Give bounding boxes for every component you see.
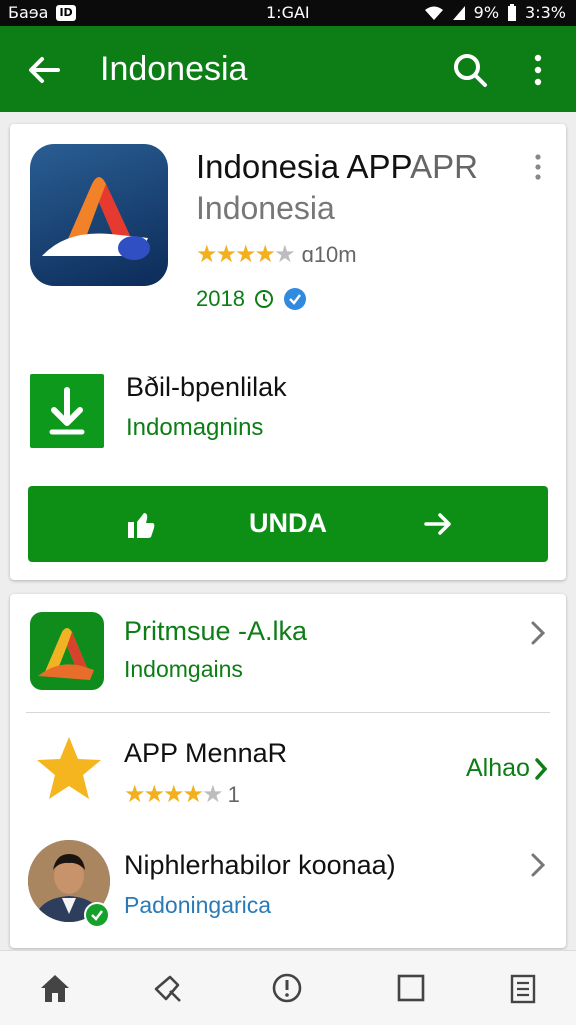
app-bar: Indonesia [0,26,576,112]
install-button[interactable]: UNDA [28,486,548,562]
list-item-subtitle: Padoningarica [124,892,272,918]
star-badge-icon [37,737,101,799]
status-time: 1:GAI [266,3,310,22]
home-icon[interactable] [38,971,72,1005]
app-developer: Indonesia [196,190,335,226]
page-title: Indonesia [100,50,248,88]
status-clock: 3:3% [525,3,566,22]
pin-icon[interactable] [150,971,184,1005]
info-icon[interactable] [270,971,304,1005]
app-rating: ★★★★★ ɑ10m [196,242,357,268]
search-icon[interactable] [450,50,490,90]
square-icon[interactable] [394,971,428,1005]
list-icon[interactable] [506,971,540,1005]
download-subtitle: Indomagnins [126,414,264,441]
status-left-text: Ƃaɘa [8,3,49,22]
chevron-right-icon[interactable] [528,618,548,648]
install-button-label: UNDA [249,508,327,538]
related-apps-card: Pritmsue -A.lka Indomgains APP MennaR ★★… [10,594,566,948]
back-arrow-icon[interactable] [24,50,64,90]
chevron-right-icon[interactable] [528,850,548,880]
related-app-icon [30,612,104,690]
list-item-action-label: Alhao [466,754,530,782]
download-title: Bðil-bpenlilak [126,372,287,402]
status-badge: ID [56,4,76,21]
list-item-title: Pritmsue -A.lka [124,616,308,646]
app-year: 2018 [196,286,245,311]
list-item-action[interactable]: Alhao [466,754,548,783]
rating-stars: ★★★★★ [124,781,224,808]
check-badge-icon [84,902,110,928]
arrow-right-icon [424,513,451,535]
app-meta: 2018 [196,286,307,312]
download-icon[interactable] [30,374,104,448]
signal-icon [452,5,465,20]
list-item-title: APP MennaR [124,738,288,768]
battery-icon [508,3,517,21]
rating-count: ɑ10m [301,242,357,267]
wifi-icon [424,6,443,20]
app-logo-icon[interactable] [30,144,168,286]
battery-percent: 9% [473,3,500,22]
list-item-subtitle: Indomgains [124,656,243,682]
verified-icon [283,288,306,310]
app-detail-card: Indonesia APPAPR Indonesia ★★★★★ ɑ10m 20… [10,124,566,580]
clock-icon [254,290,273,308]
app-name-main: Indonesia APP [196,148,411,185]
bottom-navigation [0,950,576,1025]
app-name-suffix: APR [410,148,478,185]
status-bar: Ƃaɘa ID 1:GAI 9% 3:3% [0,0,576,26]
list-item-rating: ★★★★★ 1 [124,782,240,808]
chevron-right-icon [535,757,548,780]
rating-stars: ★★★★★ [196,241,296,268]
divider [26,712,550,713]
overflow-menu-icon[interactable] [524,52,552,88]
list-item-title: Niphlerhabilor koonaa) [124,850,396,880]
card-overflow-icon[interactable] [530,152,546,182]
app-name: Indonesia APPAPR [196,148,478,186]
rating-count: 1 [227,782,240,807]
